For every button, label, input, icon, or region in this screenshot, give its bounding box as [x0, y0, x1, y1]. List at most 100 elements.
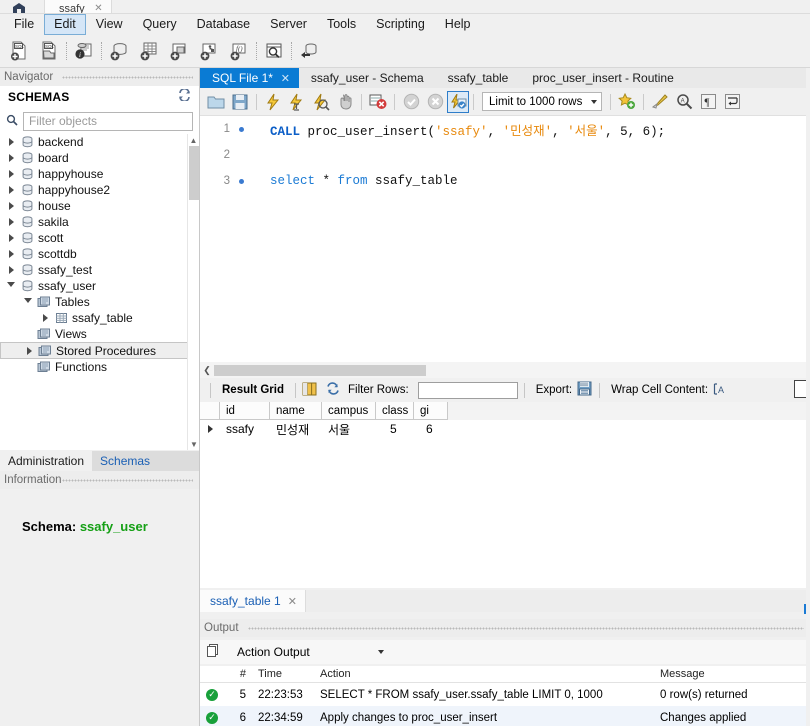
tree-item-stored-procedures[interactable]: Stored Procedures [0, 342, 199, 359]
stop-execution-icon[interactable] [333, 90, 357, 114]
output-row[interactable]: ✓ 5 22:23:53 SELECT * FROM ssafy_user.ssafy… [200, 683, 810, 706]
tree-item-scott[interactable]: scott [0, 230, 199, 246]
filter-rows-input[interactable] [417, 381, 518, 399]
tree-item-sakila[interactable]: sakila [0, 214, 199, 230]
save-snippet-icon[interactable] [615, 90, 639, 114]
column-header-campus[interactable]: campus [322, 402, 376, 420]
menu-item-tools[interactable]: Tools [317, 14, 366, 35]
cell-name[interactable]: 민성재 [270, 420, 322, 438]
column-header-id[interactable]: id [220, 402, 270, 420]
filter-objects-input[interactable]: Filter objects [23, 111, 193, 131]
tree-item-ssafy-test[interactable]: ssafy_test [0, 262, 199, 278]
cell-campus[interactable]: 서울 [322, 420, 376, 438]
chevron-right-icon[interactable] [4, 138, 18, 146]
chevron-right-icon[interactable] [4, 154, 18, 162]
scroll-up-icon[interactable]: ▲ [188, 134, 199, 146]
beautify-sql-icon[interactable] [648, 90, 672, 114]
tree-item-views[interactable]: Views [0, 326, 199, 342]
find-icon[interactable]: A [672, 90, 696, 114]
refresh-icon[interactable] [178, 87, 191, 104]
open-file-icon[interactable] [204, 90, 228, 114]
chevron-right-icon[interactable] [4, 202, 18, 210]
chevron-right-icon[interactable] [38, 314, 52, 322]
new-table-icon[interactable] [134, 36, 164, 66]
new-procedure-icon[interactable] [194, 36, 224, 66]
new-schema-icon[interactable] [104, 36, 134, 66]
sql-line[interactable]: 3 select * from ssafy_table [200, 168, 810, 194]
chevron-right-icon[interactable] [4, 186, 18, 194]
tree-item-ssafy-table[interactable]: ssafy_table [0, 310, 199, 326]
wrap-cell-icon[interactable]: A [713, 382, 728, 399]
close-icon[interactable]: ✕ [288, 595, 297, 608]
tree-item-tables[interactable]: Tables [0, 294, 199, 310]
tree-item-functions[interactable]: Functions [0, 359, 199, 375]
home-icon[interactable] [8, 0, 30, 13]
tree-item-backend[interactable]: backend [0, 134, 199, 150]
new-view-icon[interactable] [164, 36, 194, 66]
tree-item-happyhouse2[interactable]: happyhouse2 [0, 182, 199, 198]
chevron-right-icon[interactable] [4, 266, 18, 274]
reconnect-server-icon[interactable] [294, 36, 324, 66]
chevron-right-icon[interactable] [4, 218, 18, 226]
chevron-down-icon[interactable] [4, 281, 18, 291]
editor-horizontal-scrollbar[interactable]: ❮ [200, 362, 810, 378]
menu-item-help[interactable]: Help [435, 14, 481, 35]
tree-item-scottdb[interactable]: scottdb [0, 246, 199, 262]
output-type-select[interactable]: Action Output [229, 642, 389, 662]
grid-view-icon[interactable] [302, 382, 318, 399]
chevron-right-icon[interactable] [22, 346, 36, 355]
execute-icon[interactable] [261, 90, 285, 114]
table-row[interactable]: ssafy 민성재 서울 5 6 [200, 420, 810, 438]
tab-ssafy-user-schema[interactable]: ssafy_user - Schema [299, 68, 436, 88]
sidebar-tab-administration[interactable]: Administration [0, 451, 93, 471]
scrollbar-thumb[interactable] [214, 364, 426, 376]
new-sql-tab-icon[interactable]: SQL [4, 36, 34, 66]
result-grid[interactable]: id name campus class gi ssafy 민성재 서울 5 6 [200, 402, 810, 588]
copy-icon[interactable] [206, 643, 221, 661]
chevron-right-icon[interactable] [4, 170, 18, 178]
toggle-invisible-chars-icon[interactable]: ¶ [696, 90, 720, 114]
tree-item-house[interactable]: house [0, 198, 199, 214]
sql-line[interactable]: 1 CALL proc_user_insert('ssafy', '민성재', '… [200, 116, 810, 142]
toggle-autocommit-icon[interactable] [447, 90, 469, 113]
column-header-class[interactable]: class [376, 402, 414, 420]
menu-item-view[interactable]: View [86, 14, 133, 35]
menu-item-query[interactable]: Query [133, 14, 187, 35]
menu-item-file[interactable]: File [4, 14, 44, 35]
sql-editor[interactable]: 1 CALL proc_user_insert('ssafy', '민성재', '… [200, 116, 810, 362]
tree-scrollbar[interactable]: ▲ ▼ [187, 134, 199, 450]
menu-item-server[interactable]: Server [260, 14, 317, 35]
chevron-down-icon[interactable] [591, 99, 597, 104]
wrap-lines-icon[interactable] [720, 90, 744, 114]
menu-item-edit[interactable]: Edit [44, 13, 86, 35]
execute-current-statement-icon[interactable] [285, 90, 309, 114]
column-header-gi[interactable]: gi [414, 402, 448, 420]
chevron-right-icon[interactable] [4, 250, 18, 258]
save-file-icon[interactable] [228, 90, 252, 114]
rollback-icon[interactable] [423, 90, 447, 114]
result-tab-ssafy-table-1[interactable]: ssafy_table 1 ✕ [200, 590, 306, 612]
menu-item-database[interactable]: Database [187, 14, 261, 35]
tree-item-happyhouse[interactable]: happyhouse [0, 166, 199, 182]
cell-class[interactable]: 5 [376, 420, 414, 438]
sidebar-tab-schemas[interactable]: Schemas [92, 451, 158, 471]
menu-item-scripting[interactable]: Scripting [366, 14, 435, 35]
inspect-search-icon[interactable] [259, 36, 289, 66]
sql-line[interactable]: 2 [200, 142, 810, 168]
chevron-right-icon[interactable] [4, 234, 18, 242]
scrollbar-thumb[interactable] [189, 146, 199, 200]
tab-ssafy-table[interactable]: ssafy_table [436, 68, 521, 88]
export-icon[interactable] [577, 381, 593, 399]
scroll-left-icon[interactable]: ❮ [200, 365, 214, 376]
connection-info-icon[interactable]: i [69, 36, 99, 66]
cell-gi[interactable]: 6 [414, 420, 448, 438]
chevron-down-icon[interactable] [378, 650, 384, 654]
scroll-down-icon[interactable]: ▼ [188, 438, 199, 450]
tab-proc-user-insert-routine[interactable]: proc_user_insert - Routine [520, 68, 685, 88]
column-header-name[interactable]: name [270, 402, 322, 420]
connection-tab-ssafy[interactable]: ssafy ✕ [44, 0, 112, 13]
cell-id[interactable]: ssafy [220, 420, 270, 438]
open-sql-script-icon[interactable]: SQL [34, 36, 64, 66]
row-limit-select[interactable]: Limit to 1000 rows [482, 92, 602, 111]
close-icon[interactable]: ✕ [281, 72, 290, 85]
